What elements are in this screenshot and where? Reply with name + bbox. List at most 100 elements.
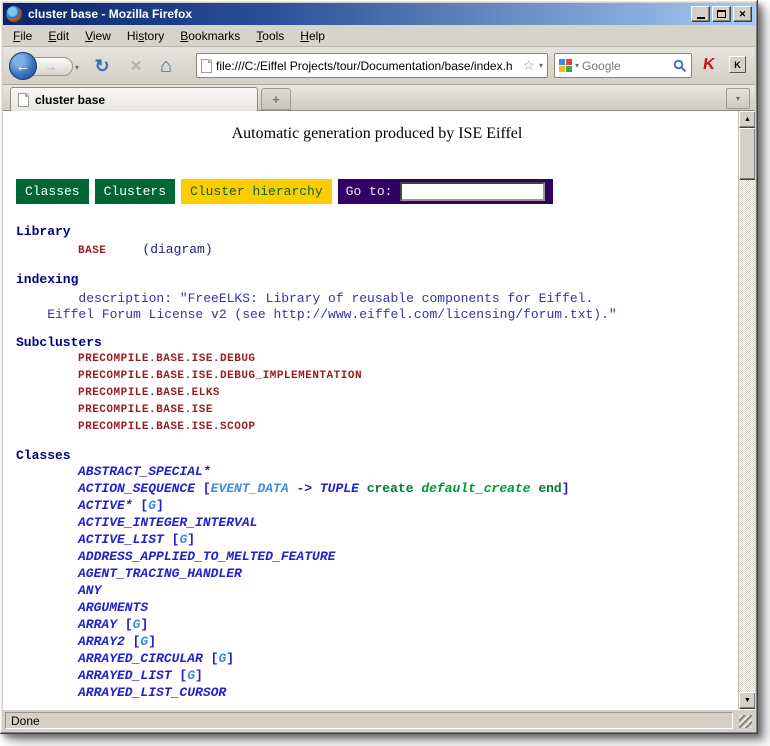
kaspersky-icon[interactable]: K <box>702 56 716 74</box>
class-text: ] <box>187 532 195 547</box>
menu-file[interactable]: File <box>5 27 40 45</box>
library-diagram-link[interactable]: (diagram) <box>142 242 212 257</box>
stop-icon: ✕ <box>130 57 143 75</box>
class-link[interactable]: ACTION_SEQUENCE <box>78 481 195 496</box>
classes-list: ABSTRACT_SPECIAL*ACTION_SEQUENCE [EVENT_… <box>16 464 738 702</box>
library-heading: Library <box>16 224 738 239</box>
class-text: ] <box>156 498 164 513</box>
menu-history[interactable]: History <box>119 27 172 45</box>
class-link[interactable]: EVENT_DATA <box>211 481 289 496</box>
doc-button-clusters[interactable]: Clusters <box>95 179 175 204</box>
class-text: [ <box>164 532 180 547</box>
window-title: cluster base - Mozilla Firefox <box>28 7 691 21</box>
class-entry: ACTIVE* [G] <box>78 498 738 515</box>
goto-box: Go to: <box>338 179 554 204</box>
menu-edit[interactable]: Edit <box>40 27 77 45</box>
keyhole-nav: → ▾ ← <box>9 51 75 81</box>
reload-button[interactable]: ↻ <box>89 53 115 79</box>
class-entry: ARGUMENTS <box>78 600 738 617</box>
search-input[interactable] <box>582 59 670 73</box>
tab-label: cluster base <box>35 93 105 107</box>
class-text: -> <box>289 481 320 496</box>
url-input[interactable] <box>216 59 518 73</box>
class-link[interactable]: ARRAYED_LIST_CURSOR <box>78 685 226 700</box>
address-bar[interactable]: ☆ ▾ <box>196 53 548 78</box>
new-tab-button[interactable]: + <box>261 88 291 110</box>
subcluster-link[interactable]: PRECOMPILE.BASE.ISE <box>78 404 738 421</box>
goto-label: Go to: <box>346 184 393 199</box>
subclusters-list: PRECOMPILE.BASE.ISE.DEBUGPRECOMPILE.BASE… <box>16 353 738 438</box>
class-text: [ <box>133 498 149 513</box>
back-history-caret[interactable]: ▾ <box>75 63 79 72</box>
subcluster-link[interactable]: PRECOMPILE.BASE.ISE.SCOOP <box>78 421 738 438</box>
subcluster-link[interactable]: PRECOMPILE.BASE.ISE.DEBUG_IMPLEMENTATION <box>78 370 738 387</box>
class-link[interactable]: ARRAY2 <box>78 634 125 649</box>
search-engine-dropdown-icon[interactable]: ▾ <box>575 61 579 70</box>
class-entry: AGENT_TRACING_HANDLER <box>78 566 738 583</box>
class-link[interactable]: ABSTRACT_SPECIAL* <box>78 464 211 479</box>
close-button[interactable]: ✕ <box>733 6 752 22</box>
class-link[interactable]: ARRAYED_LIST <box>78 668 172 683</box>
class-link[interactable]: ARGUMENTS <box>78 600 148 615</box>
firefox-icon <box>6 6 22 22</box>
subcluster-link[interactable]: PRECOMPILE.BASE.ISE.DEBUG <box>78 353 738 370</box>
menu-bookmarks[interactable]: Bookmarks <box>172 27 248 45</box>
home-button[interactable]: ⌂ <box>153 53 179 79</box>
class-link[interactable]: ADDRESS_APPLIED_TO_MELTED_FEATURE <box>78 549 335 564</box>
tab-list-dropdown[interactable]: ▾ <box>726 88 750 109</box>
scroll-up-button[interactable]: ▲ <box>739 111 755 128</box>
title-bar[interactable]: cluster base - Mozilla Firefox ✕ <box>3 3 755 25</box>
class-link[interactable]: ARRAY <box>78 617 117 632</box>
class-text: [ <box>195 481 211 496</box>
back-button[interactable]: ← <box>9 52 37 80</box>
indexing-description: description: "FreeELKS: Library of reusa… <box>16 291 738 323</box>
doc-button-classes[interactable]: Classes <box>16 179 89 204</box>
class-text: end <box>531 481 562 496</box>
class-entry: ARRAYED_LIST [G] <box>78 668 738 685</box>
class-link[interactable]: AGENT_TRACING_HANDLER <box>78 566 242 581</box>
page-viewport: Automatic generation produced by ISE Eif… <box>3 111 755 709</box>
url-dropdown-icon[interactable]: ▾ <box>539 61 543 70</box>
stop-button[interactable]: ✕ <box>123 53 149 79</box>
class-link[interactable]: ACTIVE_INTEGER_INTERVAL <box>78 515 257 530</box>
tab-cluster-base[interactable]: cluster base <box>10 87 258 111</box>
scrollbar-thumb[interactable] <box>739 128 755 180</box>
scroll-down-button[interactable]: ▼ <box>739 692 755 709</box>
resize-grip[interactable] <box>739 715 752 728</box>
class-link[interactable]: ACTIVE_LIST <box>78 532 164 547</box>
browser-window: cluster base - Mozilla Firefox ✕ FileEdi… <box>0 0 758 734</box>
class-link[interactable]: G <box>148 498 156 513</box>
k-addon-button[interactable]: K <box>729 56 746 73</box>
tab-bar: cluster base + ▾ <box>3 85 755 111</box>
feature-link[interactable]: default_create <box>421 481 530 496</box>
class-text: [ <box>117 617 133 632</box>
class-text: [ <box>125 634 141 649</box>
class-entry: ARRAYED_LIST_CURSOR <box>78 685 738 702</box>
class-link[interactable]: ACTIVE* <box>78 498 133 513</box>
library-entry: BASE (diagram) <box>16 242 738 257</box>
subcluster-link[interactable]: PRECOMPILE.BASE.ELKS <box>78 387 738 404</box>
menu-help[interactable]: Help <box>292 27 333 45</box>
maximize-icon <box>717 10 726 18</box>
page-icon <box>201 59 212 73</box>
doc-button-cluster-hierarchy[interactable]: Cluster hierarchy <box>181 179 332 204</box>
menu-view[interactable]: View <box>77 27 119 45</box>
class-link[interactable]: TUPLE <box>320 481 359 496</box>
bookmark-star-icon[interactable]: ☆ <box>522 57 535 74</box>
minimize-icon <box>697 17 705 19</box>
class-link[interactable]: G <box>187 668 195 683</box>
class-link[interactable]: ANY <box>78 583 101 598</box>
close-icon: ✕ <box>739 9 747 20</box>
menu-bar: FileEditViewHistoryBookmarksToolsHelp <box>3 25 755 47</box>
search-icon[interactable] <box>673 59 687 73</box>
goto-input[interactable] <box>400 182 545 201</box>
class-link[interactable]: ARRAYED_CIRCULAR <box>78 651 203 666</box>
maximize-button[interactable] <box>712 6 731 22</box>
status-text: Done <box>11 714 40 728</box>
class-text: ] <box>226 651 234 666</box>
library-name-link[interactable]: BASE <box>78 245 106 257</box>
menu-tools[interactable]: Tools <box>248 27 292 45</box>
minimize-button[interactable] <box>691 6 710 22</box>
vertical-scrollbar[interactable]: ▲ ▼ <box>738 111 755 709</box>
search-box[interactable]: ▾ <box>554 53 692 78</box>
